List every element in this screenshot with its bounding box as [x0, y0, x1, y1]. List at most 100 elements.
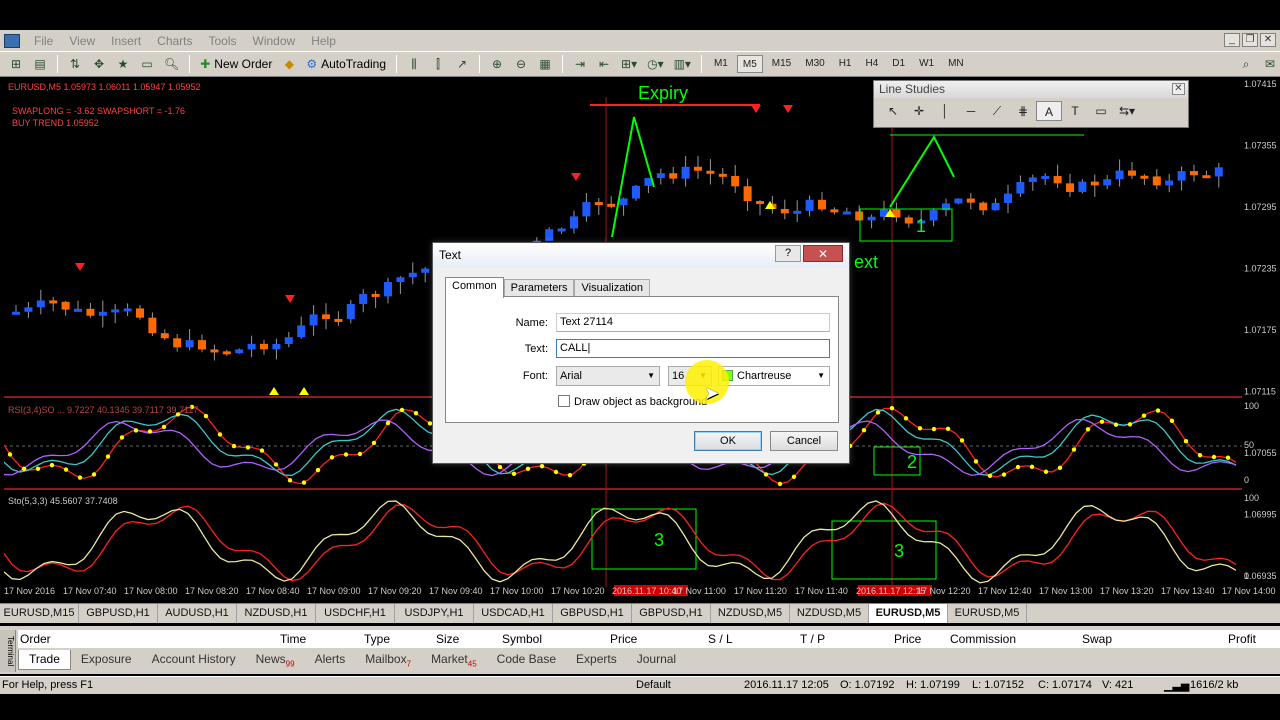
- tab-common[interactable]: Common: [445, 277, 504, 298]
- col-price-current[interactable]: Price: [894, 632, 921, 646]
- col-symbol[interactable]: Symbol: [502, 632, 542, 646]
- candlestick-icon[interactable]: ⫿: [428, 54, 448, 74]
- symbol-tab[interactable]: EURUSD,M5: [948, 604, 1027, 623]
- ok-button[interactable]: OK: [694, 431, 762, 451]
- tab-news[interactable]: News99: [246, 650, 305, 670]
- symbol-tab[interactable]: NZDUSD,H1: [237, 604, 316, 623]
- trendline-icon[interactable]: ⟋: [984, 101, 1010, 121]
- tab-alerts[interactable]: Alerts: [305, 650, 356, 670]
- timeframe-mn[interactable]: MN: [943, 55, 969, 73]
- tab-parameters[interactable]: Parameters: [503, 279, 575, 297]
- symbol-tab[interactable]: USDJPY,H1: [395, 604, 474, 623]
- periods-icon[interactable]: ◷▾: [644, 54, 667, 74]
- close-icon[interactable]: ✕: [1260, 33, 1276, 47]
- symbol-tab[interactable]: GBPUSD,H1: [632, 604, 711, 623]
- menu-insert[interactable]: Insert: [103, 34, 149, 48]
- metaeditor-icon[interactable]: ◆: [279, 54, 299, 74]
- zoom-out-icon[interactable]: ⊖: [511, 54, 531, 74]
- color-select[interactable]: Chartreuse ▼: [718, 366, 830, 386]
- close-icon[interactable]: ✕: [1172, 83, 1185, 95]
- dialog-titlebar[interactable]: Text ? ✕: [433, 243, 849, 267]
- line-chart-icon[interactable]: ↗: [452, 54, 472, 74]
- crosshair-icon[interactable]: ✛: [906, 101, 932, 121]
- font-select[interactable]: Arial ▼: [556, 366, 660, 386]
- minimize-icon[interactable]: _: [1224, 33, 1240, 47]
- tab-trade[interactable]: Trade: [18, 650, 71, 670]
- symbol-tab[interactable]: GBPUSD,H1: [79, 604, 158, 623]
- menu-help[interactable]: Help: [303, 34, 344, 48]
- fibonacci-icon[interactable]: ⋕: [1010, 101, 1036, 121]
- col-type[interactable]: Type: [364, 632, 390, 646]
- timeframe-m5[interactable]: M5: [736, 55, 763, 73]
- market-watch-icon[interactable]: ⇅: [65, 54, 85, 74]
- symbol-tab[interactable]: AUDUSD,H1: [158, 604, 237, 623]
- col-commission[interactable]: Commission: [950, 632, 1016, 646]
- tester-icon[interactable]: 🔍︎: [161, 54, 182, 74]
- symbol-tab[interactable]: USDCHF,H1: [316, 604, 395, 623]
- tab-market[interactable]: Market45: [421, 650, 487, 670]
- tab-visualization[interactable]: Visualization: [574, 279, 651, 297]
- auto-scroll-icon[interactable]: ⇥: [570, 54, 590, 74]
- help-button[interactable]: ?: [775, 245, 801, 262]
- text-icon[interactable]: A: [1036, 101, 1062, 121]
- symbol-tab[interactable]: GBPUSD,H1: [553, 604, 632, 623]
- menu-tools[interactable]: Tools: [201, 34, 245, 48]
- cursor-icon[interactable]: ↖: [880, 101, 906, 121]
- navigator-icon[interactable]: ★: [113, 54, 133, 74]
- profiles-icon[interactable]: ▤: [30, 54, 50, 74]
- autotrading-button[interactable]: ⚙ AutoTrading: [303, 54, 389, 74]
- timeframe-d1[interactable]: D1: [887, 55, 910, 73]
- symbol-tab[interactable]: USDCAD,H1: [474, 604, 553, 623]
- timeframe-h4[interactable]: H4: [860, 55, 883, 73]
- tile-windows-icon[interactable]: ▦: [535, 54, 555, 74]
- tab-mailbox[interactable]: Mailbox7: [355, 650, 421, 670]
- col-tp[interactable]: T / P: [800, 632, 825, 646]
- timeframe-w1[interactable]: W1: [914, 55, 939, 73]
- col-time[interactable]: Time: [280, 632, 306, 646]
- menu-file[interactable]: File: [26, 34, 61, 48]
- menu-window[interactable]: Window: [245, 34, 304, 48]
- text-input[interactable]: CALL|: [556, 339, 830, 358]
- symbol-tab[interactable]: EURUSD,M15: [0, 604, 79, 623]
- terminal-icon[interactable]: ▭: [137, 54, 157, 74]
- bar-chart-icon[interactable]: ⫼: [404, 54, 424, 74]
- new-order-button[interactable]: ✚ New Order: [197, 54, 275, 74]
- label-icon[interactable]: ▭: [1088, 101, 1114, 121]
- cancel-button[interactable]: Cancel: [770, 431, 838, 451]
- col-swap[interactable]: Swap: [1082, 632, 1112, 646]
- new-chart-icon[interactable]: ⊞: [6, 54, 26, 74]
- tab-code-base[interactable]: Code Base: [487, 650, 566, 670]
- col-sl[interactable]: S / L: [708, 632, 733, 646]
- arrow-icon[interactable]: ⇆▾: [1114, 101, 1140, 121]
- dialog-close-button[interactable]: ✕: [803, 245, 843, 262]
- col-profit[interactable]: Profit: [1228, 632, 1256, 646]
- horizontal-line-icon[interactable]: ─: [958, 101, 984, 121]
- text-label-icon[interactable]: T: [1062, 101, 1088, 121]
- tab-journal[interactable]: Journal: [627, 650, 686, 670]
- timeframe-m1[interactable]: M1: [709, 55, 733, 73]
- timeframe-h1[interactable]: H1: [834, 55, 857, 73]
- zoom-in-icon[interactable]: ⊕: [487, 54, 507, 74]
- symbol-tab[interactable]: NZDUSD,M5: [711, 604, 790, 623]
- col-size[interactable]: Size: [436, 632, 459, 646]
- timeframe-m30[interactable]: M30: [800, 55, 829, 73]
- restore-icon[interactable]: ❐: [1242, 33, 1258, 47]
- chat-icon[interactable]: ✉: [1260, 54, 1280, 74]
- col-order[interactable]: Order: [20, 632, 51, 646]
- menu-charts[interactable]: Charts: [149, 34, 200, 48]
- col-price[interactable]: Price: [610, 632, 637, 646]
- tab-account-history[interactable]: Account History: [142, 650, 246, 670]
- name-input[interactable]: Text 27114: [556, 313, 830, 332]
- search-icon[interactable]: ⌕: [1236, 54, 1256, 74]
- draw-background-checkbox[interactable]: Draw object as background: [558, 395, 707, 408]
- symbol-tab[interactable]: NZDUSD,M5: [790, 604, 869, 623]
- templates-icon[interactable]: ▥▾: [671, 54, 694, 74]
- data-window-icon[interactable]: ✥: [89, 54, 109, 74]
- chart-shift-icon[interactable]: ⇤: [594, 54, 614, 74]
- menu-view[interactable]: View: [61, 34, 103, 48]
- tab-experts[interactable]: Experts: [566, 650, 627, 670]
- indicators-icon[interactable]: ⊞▾: [618, 54, 640, 74]
- timeframe-m15[interactable]: M15: [767, 55, 796, 73]
- line-studies-title[interactable]: Line Studies ✕: [874, 81, 1188, 98]
- tab-exposure[interactable]: Exposure: [71, 650, 142, 670]
